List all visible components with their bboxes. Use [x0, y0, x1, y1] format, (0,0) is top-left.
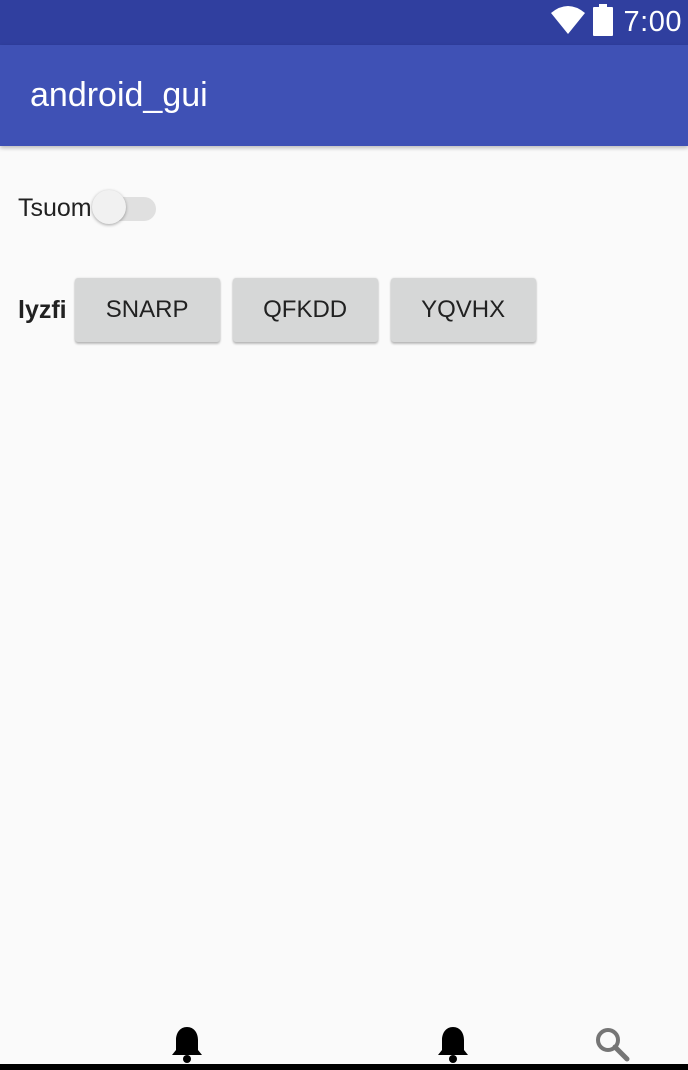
bottom-edge: [0, 1064, 688, 1070]
yqvhx-button[interactable]: YQVHX: [390, 278, 536, 342]
button-row-label: lyzfi: [18, 295, 67, 324]
switch-label: Tsuom: [18, 193, 92, 222]
bottom-nav: [0, 1018, 688, 1070]
search-icon[interactable]: [592, 1024, 632, 1064]
status-icons: 7:00: [550, 0, 682, 45]
qfkdd-button[interactable]: QFKDD: [232, 278, 378, 342]
battery-icon: [592, 4, 614, 41]
wifi-icon: [550, 5, 586, 40]
app-bar: android_gui: [0, 45, 688, 146]
status-bar: 7:00: [0, 0, 688, 45]
button-row: lyzfi SNARP QFKDD YQVHX: [18, 277, 549, 343]
bell-icon[interactable]: [167, 1024, 207, 1064]
toggle-switch[interactable]: [91, 186, 158, 230]
switch-thumb: [91, 190, 126, 224]
switch-row: Tsuom: [18, 186, 158, 230]
status-clock: 7:00: [623, 6, 682, 38]
app-title: android_gui: [30, 76, 208, 114]
bell-icon[interactable]: [433, 1024, 473, 1064]
snarp-button[interactable]: SNARP: [74, 278, 220, 342]
